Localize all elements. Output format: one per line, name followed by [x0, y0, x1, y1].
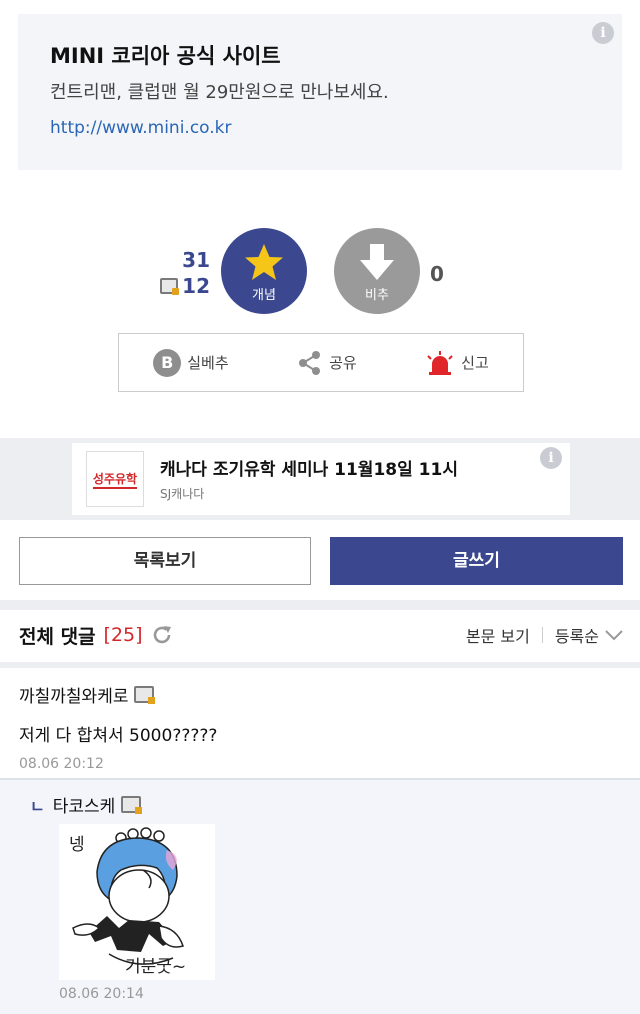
- star-icon: [245, 244, 283, 280]
- write-button[interactable]: 글쓰기: [330, 537, 623, 585]
- comments-title: 전체 댓글: [19, 625, 96, 648]
- share-icon: [299, 350, 321, 375]
- reply-date: 08.06 20:14: [59, 986, 144, 1002]
- report-label: 신고: [461, 354, 489, 372]
- sort-dropdown[interactable]: 등록순: [555, 623, 599, 647]
- reply-author[interactable]: 타코스케: [53, 792, 143, 817]
- upvote-label: 개념: [252, 288, 276, 303]
- gallery-user-icon: [134, 686, 156, 704]
- comment-date: 08.06 20:12: [19, 756, 104, 772]
- advertiser-logo: 성주유학: [86, 451, 144, 507]
- fixed-user-vote: 12: [150, 274, 210, 298]
- action-bar: B 실베추 공유 신고: [118, 333, 524, 392]
- refresh-icon[interactable]: [151, 624, 173, 646]
- reply-item: ㄴ 타코스케: [30, 792, 620, 817]
- ad-mid-title[interactable]: 캐나다 조기유학 세미나 11월18일 11시: [160, 455, 458, 480]
- down-arrow-icon: [360, 244, 394, 280]
- chevron-down-icon[interactable]: [605, 629, 623, 641]
- ad-description: 컨트리맨, 클럽맨 월 29만원으로 만나보세요.: [50, 82, 389, 103]
- report-button[interactable]: 신고: [425, 350, 489, 376]
- ad-banner-mid[interactable]: 성주유학 캐나다 조기유학 세미나 11월18일 11시 SJ캐나다 i: [72, 443, 570, 515]
- separator: [541, 627, 543, 643]
- best-recommend-label: 실베추: [187, 354, 229, 372]
- vote-counts: 31 12: [150, 248, 210, 298]
- share-button[interactable]: 공유: [297, 350, 357, 376]
- b-badge-icon: B: [153, 348, 182, 377]
- info-icon[interactable]: i: [540, 447, 562, 469]
- view-body-link[interactable]: 본문 보기: [466, 623, 530, 647]
- comments-count: [25]: [103, 624, 143, 646]
- gallery-user-icon: [121, 796, 143, 814]
- ad-url-link[interactable]: http://www.mini.co.kr: [50, 118, 232, 138]
- downvote-label: 비추: [365, 288, 389, 303]
- ad-banner-top[interactable]: i MINI 코리아 공식 사이트 컨트리맨, 클럽맨 월 29만원으로 만나보…: [18, 14, 622, 170]
- ad-mid-subtitle: SJ캐나다: [160, 487, 205, 501]
- sticker-text-bottom: 기분굿~: [125, 957, 186, 977]
- comments-header: 전체 댓글 [25] 본문 보기 등록순: [19, 620, 623, 650]
- upvote-button[interactable]: 개념: [221, 228, 307, 314]
- best-recommend-button[interactable]: B 실베추: [153, 348, 229, 377]
- comment-text: 저게 다 합쳐서 5000?????: [19, 726, 218, 746]
- section-divider: [0, 662, 640, 668]
- info-icon[interactable]: i: [592, 22, 614, 44]
- list-button[interactable]: 목록보기: [19, 537, 311, 585]
- comment-item: 까칠까칠와케로 저게 다 합쳐서 5000????? 08.06 20:12: [19, 682, 619, 772]
- upvote-count: 31: [182, 248, 210, 272]
- fixed-user-vote-count: 12: [182, 274, 210, 298]
- downvote-button[interactable]: 비추: [334, 228, 420, 314]
- ad-title[interactable]: MINI 코리아 공식 사이트: [50, 40, 281, 70]
- gallery-user-icon: [160, 278, 180, 295]
- reply-sticker-image: 넹 기분굿~: [59, 824, 215, 980]
- share-label: 공유: [329, 354, 357, 372]
- reply-arrow-icon: ㄴ: [30, 796, 45, 816]
- comment-author[interactable]: 까칠까칠와케로: [19, 682, 619, 707]
- sticker-text-top: 넹: [69, 835, 85, 855]
- section-divider: [0, 600, 640, 610]
- downvote-count: 0: [430, 262, 444, 286]
- siren-icon: [427, 350, 453, 375]
